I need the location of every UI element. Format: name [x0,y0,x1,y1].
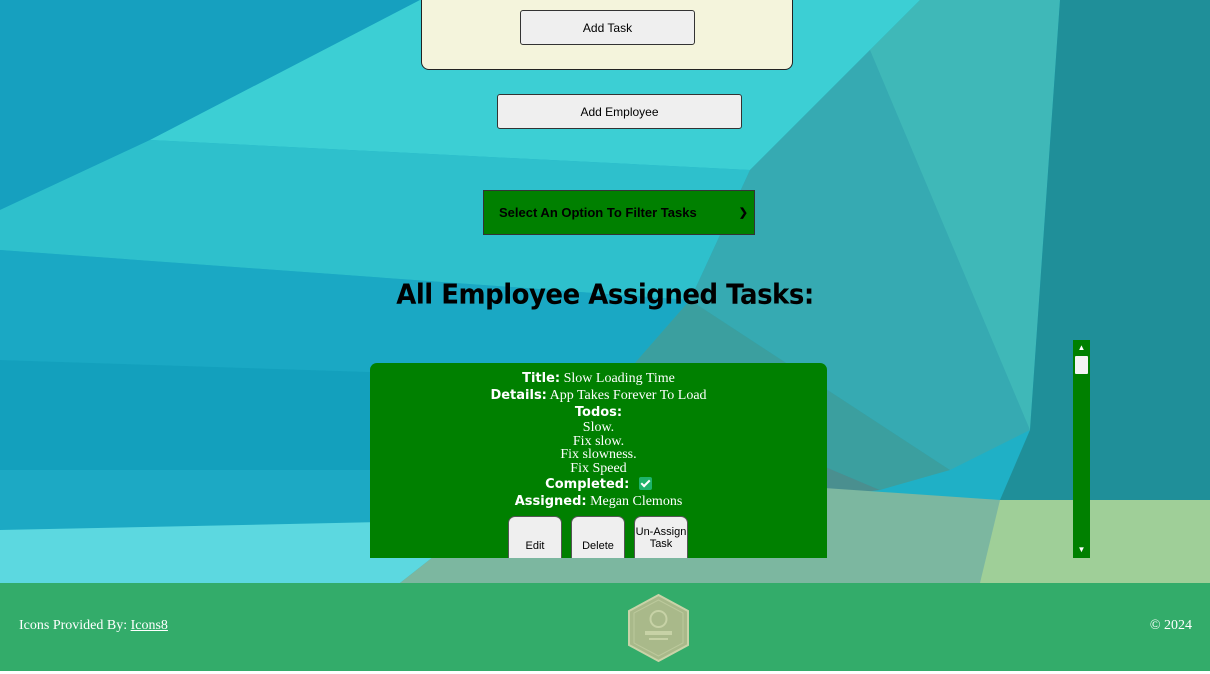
task-assigned-row: Assigned: Megan Clemons [370,493,827,510]
edit-button[interactable]: Edit [508,516,562,558]
task-details-label: Details: [490,388,547,403]
task-card: Title: Slow Loading Time Details: App Ta… [370,363,827,558]
scroll-down-icon[interactable]: ▼ [1073,543,1090,557]
filter-tasks-select[interactable]: Select An Option To Filter Tasks ❯ [483,190,755,235]
todo-item: Slow. [582,420,615,435]
task-title-label: Title: [522,371,561,386]
icons-credit: Icons Provided By: Icons8 [19,618,168,634]
task-assigned-label: Assigned: [514,494,587,510]
todo-item: Fix Speed [570,460,627,476]
page-heading: All Employee Assigned Tasks: [396,279,814,311]
completed-check-icon [638,477,652,491]
task-details-row: Details: App Takes Forever To Load [370,387,827,404]
filter-selected-value: Select An Option To Filter Tasks [499,205,697,220]
delete-button[interactable]: Delete [571,516,625,558]
task-title-row: Title: Slow Loading Time [370,370,827,387]
issue-insight-logo-icon [628,593,689,663]
task-assigned-value: Megan Clemons [590,494,683,510]
task-details-value: App Takes Forever To Load [549,388,707,403]
task-completed-row: Completed: [370,476,827,493]
scrollbar-thumb[interactable] [1075,356,1088,374]
add-employee-button[interactable]: Add Employee [497,94,742,129]
chevron-down-icon: ❯ [738,207,748,219]
todo-item: Fix slow. [572,433,625,449]
task-todos-row: Todos: [370,404,827,421]
unassign-task-button[interactable]: Un-Assign Task [634,516,688,558]
task-actions: Edit Delete Un-Assign Task [370,516,827,558]
icons-credit-prefix: Icons Provided By: [19,618,128,633]
task-todos-label: Todos: [574,405,623,420]
add-task-button[interactable]: Add Task [520,10,695,45]
footer: Icons Provided By: Icons8 © 2024 [0,583,1210,671]
task-completed-label: Completed: [545,477,630,493]
task-list-scrollbar[interactable]: ▲ ▼ [1073,340,1090,558]
copyright: © 2024 [1149,618,1192,633]
todo-item: Fix slowness. [560,447,637,463]
scroll-up-icon[interactable]: ▲ [1073,341,1090,355]
task-title-value: Slow Loading Time [563,371,675,386]
icons8-link[interactable]: Icons8 [131,618,168,633]
